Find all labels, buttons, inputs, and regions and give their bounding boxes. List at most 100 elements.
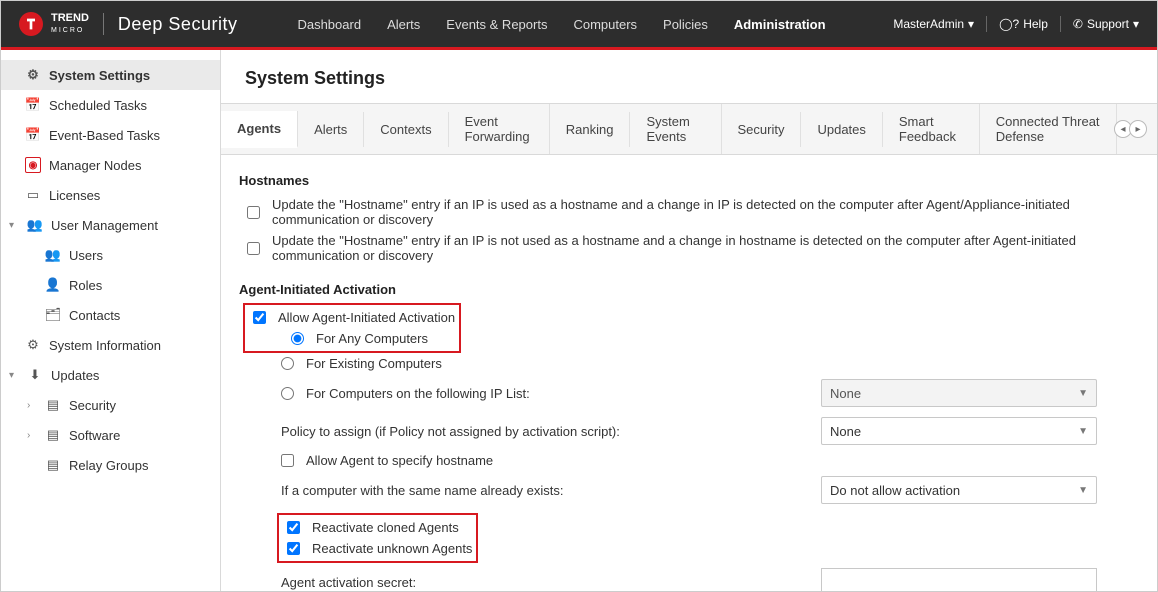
nav-computers[interactable]: Computers	[573, 17, 637, 32]
sidebar-item-relay-groups[interactable]: ▤Relay Groups	[1, 450, 220, 480]
topbar: TREND MICRO Deep Security Dashboard Aler…	[1, 1, 1157, 47]
aia-allow-checkbox[interactable]	[253, 311, 266, 324]
highlight-reactivate: Reactivate cloned Agents Reactivate unkn…	[277, 513, 478, 563]
tab-ranking[interactable]: Ranking	[550, 112, 631, 147]
sidebar-group-updates[interactable]: ▾⬇Updates	[1, 360, 220, 390]
users-icon: 👥	[45, 247, 61, 263]
stack-icon: ▤	[45, 457, 61, 473]
hostnames-opt2-checkbox[interactable]	[247, 242, 260, 255]
caret-down-icon: ▼	[1078, 426, 1088, 437]
react-cloned-row: Reactivate cloned Agents	[283, 517, 472, 538]
aia-allow-label: Allow Agent-Initiated Activation	[278, 310, 455, 325]
chevron-down-icon: ▾	[9, 370, 19, 381]
section-aia-title: Agent-Initiated Activation	[239, 282, 1139, 297]
react-unknown-label: Reactivate unknown Agents	[312, 541, 472, 556]
nav-events[interactable]: Events & Reports	[446, 17, 547, 32]
policy-label: Policy to assign (if Policy not assigned…	[281, 424, 821, 439]
aia-radio-existing[interactable]	[281, 357, 294, 370]
allow-hostname-checkbox[interactable]	[281, 454, 294, 467]
sidebar-item-scheduled-tasks[interactable]: 📅Scheduled Tasks	[1, 90, 220, 120]
sidebar-item-software[interactable]: ›▤Software	[1, 420, 220, 450]
sidebar-item-contacts[interactable]: 🗂Contacts	[1, 300, 220, 330]
tab-agents[interactable]: Agents	[221, 111, 298, 148]
chevron-right-icon: ›	[27, 400, 37, 411]
product-name: Deep Security	[118, 14, 238, 35]
samename-label: If a computer with the same name already…	[281, 483, 821, 498]
sidebar-item-roles[interactable]: 👤Roles	[1, 270, 220, 300]
caret-down-icon: ▾	[968, 17, 974, 31]
sidebar-item-system-settings[interactable]: ⚙System Settings	[1, 60, 220, 90]
samename-row: If a computer with the same name already…	[239, 471, 1139, 509]
tab-scroll: ◂ ▸	[1117, 120, 1157, 138]
tab-event-forwarding[interactable]: Event Forwarding	[449, 104, 550, 154]
settings-pane: Hostnames Update the "Hostname" entry if…	[221, 155, 1157, 591]
sidebar-item-manager-nodes[interactable]: ◉Manager Nodes	[1, 150, 220, 180]
divider	[1060, 16, 1061, 32]
sidebar-item-licenses[interactable]: ▭Licenses	[1, 180, 220, 210]
aia-r1-row: For Any Computers	[249, 328, 455, 349]
react-cloned-label: Reactivate cloned Agents	[312, 520, 459, 535]
brand-text: TREND MICRO	[51, 13, 89, 35]
aia-radio-iplist[interactable]	[281, 387, 294, 400]
aia-allow-row: Allow Agent-Initiated Activation	[249, 307, 455, 328]
users-icon: 👥	[27, 217, 43, 233]
react-cloned-checkbox[interactable]	[287, 521, 300, 534]
policy-select[interactable]: None▼	[821, 417, 1097, 445]
main-area: ⚙System Settings 📅Scheduled Tasks 📅Event…	[1, 50, 1157, 591]
user-menu[interactable]: MasterAdmin ▾	[893, 17, 974, 31]
nav-dashboard[interactable]: Dashboard	[297, 17, 361, 32]
sidebar-item-security[interactable]: ›▤Security	[1, 390, 220, 420]
trend-logo-icon	[19, 12, 43, 36]
page-title: System Settings	[221, 50, 1157, 103]
react-unknown-checkbox[interactable]	[287, 542, 300, 555]
hostnames-opt1-checkbox[interactable]	[247, 206, 260, 219]
chevron-down-icon: ▾	[9, 220, 19, 231]
support-icon: ✆	[1073, 17, 1083, 31]
tab-alerts[interactable]: Alerts	[298, 112, 364, 147]
tab-smart-feedback[interactable]: Smart Feedback	[883, 104, 980, 154]
brand-logo: TREND MICRO	[19, 12, 89, 36]
hostnames-opt1-row: Update the "Hostname" entry if an IP is …	[239, 194, 1139, 230]
tab-security[interactable]: Security	[722, 112, 802, 147]
gear-icon: ⚙	[25, 337, 41, 353]
topbar-right: MasterAdmin ▾ ◯? Help ✆ Support ▾	[893, 16, 1139, 32]
tab-next-button[interactable]: ▸	[1129, 120, 1147, 138]
sidebar-group-user-mgmt[interactable]: ▾👥User Management	[1, 210, 220, 240]
caret-down-icon: ▾	[1133, 17, 1139, 31]
license-icon: ▭	[25, 187, 41, 203]
brand-bottom: MICRO	[51, 27, 84, 34]
stack-icon: ▤	[45, 397, 61, 413]
divider	[986, 16, 987, 32]
sidebar-item-users[interactable]: 👥Users	[1, 240, 220, 270]
aia-r3-row: For Computers on the following IP List: …	[239, 374, 1139, 412]
secret-label: Agent activation secret:	[281, 575, 821, 590]
samename-select[interactable]: Do not allow activation▼	[821, 476, 1097, 504]
react-unknown-row: Reactivate unknown Agents	[283, 538, 472, 559]
tab-system-events[interactable]: System Events	[630, 104, 721, 154]
allow-hostname-row: Allow Agent to specify hostname	[239, 450, 1139, 471]
calendar-icon: 📅	[25, 127, 41, 143]
aia-r2-label: For Existing Computers	[306, 356, 442, 371]
aia-r2-row: For Existing Computers	[239, 353, 1139, 374]
aia-r1-label: For Any Computers	[316, 331, 428, 346]
stack-icon: ▤	[45, 427, 61, 443]
secret-input[interactable]	[821, 568, 1097, 591]
help-link[interactable]: ◯? Help	[999, 17, 1048, 31]
tabs: Agents Alerts Contexts Event Forwarding …	[221, 103, 1157, 155]
tab-connected-threat[interactable]: Connected Threat Defense	[980, 104, 1117, 154]
aia-radio-any[interactable]	[291, 332, 304, 345]
policy-row: Policy to assign (if Policy not assigned…	[239, 412, 1139, 450]
sidebar-item-system-info[interactable]: ⚙System Information	[1, 330, 220, 360]
allow-hostname-label: Allow Agent to specify hostname	[306, 453, 493, 468]
tab-contexts[interactable]: Contexts	[364, 112, 448, 147]
support-link[interactable]: ✆ Support ▾	[1073, 17, 1139, 31]
content: System Settings Agents Alerts Contexts E…	[221, 50, 1157, 591]
nav-alerts[interactable]: Alerts	[387, 17, 420, 32]
nav-administration[interactable]: Administration	[734, 17, 826, 32]
caret-down-icon: ▼	[1078, 485, 1088, 496]
tab-updates[interactable]: Updates	[801, 112, 882, 147]
brand-top: TREND	[51, 12, 89, 24]
iplist-select[interactable]: None▼	[821, 379, 1097, 407]
nav-policies[interactable]: Policies	[663, 17, 708, 32]
sidebar-item-event-tasks[interactable]: 📅Event-Based Tasks	[1, 120, 220, 150]
